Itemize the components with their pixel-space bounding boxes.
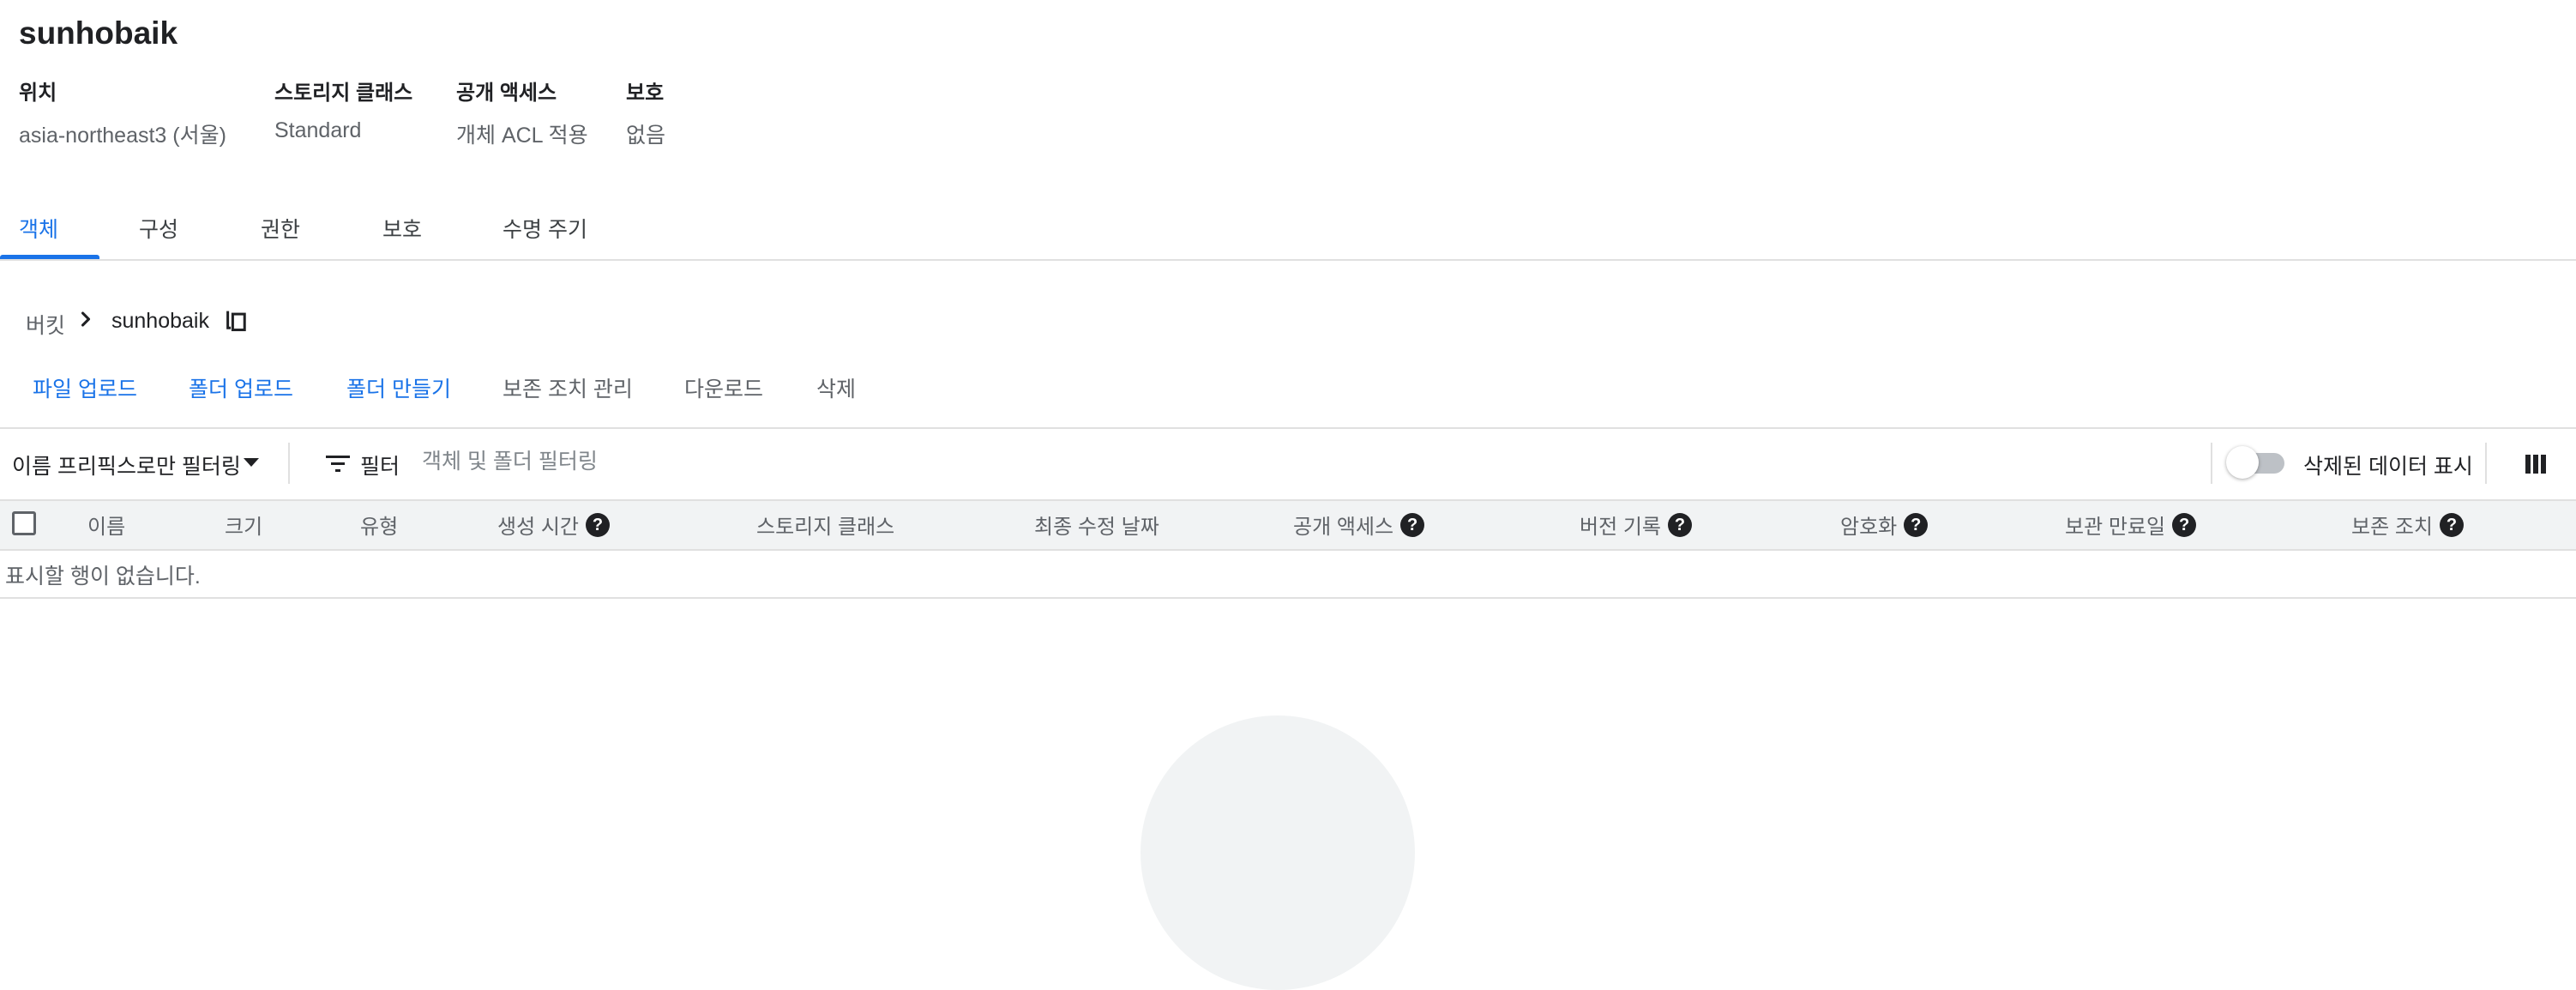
toggle-divider	[2211, 443, 2212, 484]
manage-holds-button[interactable]: 보존 조치 관리	[503, 372, 633, 403]
public-access-label: 공개 액세스	[456, 81, 557, 105]
help-icon[interactable]: ?	[586, 512, 610, 537]
help-icon[interactable]: ?	[2440, 512, 2464, 537]
upload-files-button[interactable]: 파일 업로드	[33, 372, 137, 403]
download-button[interactable]: 다운로드	[684, 372, 763, 403]
tab-protection[interactable]: 보호	[382, 213, 422, 244]
column-display-icon[interactable]	[2525, 453, 2547, 475]
column-type[interactable]: 유형	[360, 510, 398, 540]
page-title: sunhobaik	[19, 15, 178, 51]
copy-icon[interactable]	[225, 307, 249, 333]
create-folder-button[interactable]: 폴더 만들기	[346, 372, 451, 403]
column-encryption[interactable]: 암호화?	[1840, 510, 1929, 540]
help-icon[interactable]: ?	[2172, 512, 2197, 537]
dropdown-arrow-icon	[244, 458, 259, 467]
column-last-modified[interactable]: 최종 수정 날짜	[1034, 510, 1159, 540]
column-name[interactable]: 이름	[87, 510, 125, 540]
column-created[interactable]: 생성 시간?	[497, 510, 610, 540]
filter-label: 필터	[360, 455, 400, 479]
show-deleted-label: 삭제된 데이터 표시	[2303, 455, 2473, 479]
protection-value: 없음	[626, 124, 666, 148]
active-tab-indicator	[0, 255, 99, 259]
storage-class-value: Standard	[274, 118, 362, 142]
column-size[interactable]: 크기	[225, 510, 262, 540]
column-storage-class[interactable]: 스토리지 클래스	[756, 510, 894, 540]
upload-folder-button[interactable]: 폴더 업로드	[189, 372, 293, 403]
filter-bar-divider	[0, 427, 2576, 429]
filter-input[interactable]	[422, 444, 1022, 479]
chevron-right-icon	[81, 311, 91, 327]
storage-class-label: 스토리지 클래스	[274, 81, 413, 105]
columns-divider	[2485, 443, 2487, 484]
empty-state-illustration	[1141, 715, 1415, 990]
column-holds[interactable]: 보존 조치?	[2351, 510, 2464, 540]
select-all-checkbox[interactable]	[12, 511, 36, 535]
empty-table-message: 표시할 행이 없습니다.	[5, 564, 201, 589]
tab-configuration[interactable]: 구성	[139, 213, 178, 244]
filter-icon	[326, 456, 350, 472]
help-icon[interactable]: ?	[1904, 512, 1929, 537]
column-version-history[interactable]: 버전 기록?	[1580, 510, 1692, 540]
prefix-filter-dropdown[interactable]: 이름 프리픽스로만 필터링	[12, 450, 241, 480]
breadcrumb-buckets-link[interactable]: 버킷	[26, 309, 65, 340]
filter-divider	[288, 443, 290, 484]
column-public-access[interactable]: 공개 액세스?	[1293, 510, 1425, 540]
protection-label: 보호	[626, 81, 665, 105]
table-divider	[0, 597, 2576, 599]
location-label: 위치	[19, 81, 57, 105]
delete-button[interactable]: 삭제	[816, 372, 856, 403]
help-icon[interactable]: ?	[1400, 512, 1425, 537]
tab-permissions[interactable]: 권한	[261, 213, 300, 244]
tab-lifecycle[interactable]: 수명 주기	[503, 213, 587, 244]
tabs-divider	[0, 259, 2576, 261]
location-value: asia-northeast3 (서울)	[19, 124, 226, 148]
toggle-thumb[interactable]	[2226, 446, 2259, 479]
public-access-value: 개체 ACL 적용	[456, 124, 588, 148]
column-retention-expiry[interactable]: 보관 만료일?	[2065, 510, 2197, 540]
tab-objects[interactable]: 객체	[19, 213, 58, 244]
breadcrumb-bucket-name: sunhobaik	[111, 309, 209, 333]
help-icon[interactable]: ?	[1668, 512, 1692, 537]
